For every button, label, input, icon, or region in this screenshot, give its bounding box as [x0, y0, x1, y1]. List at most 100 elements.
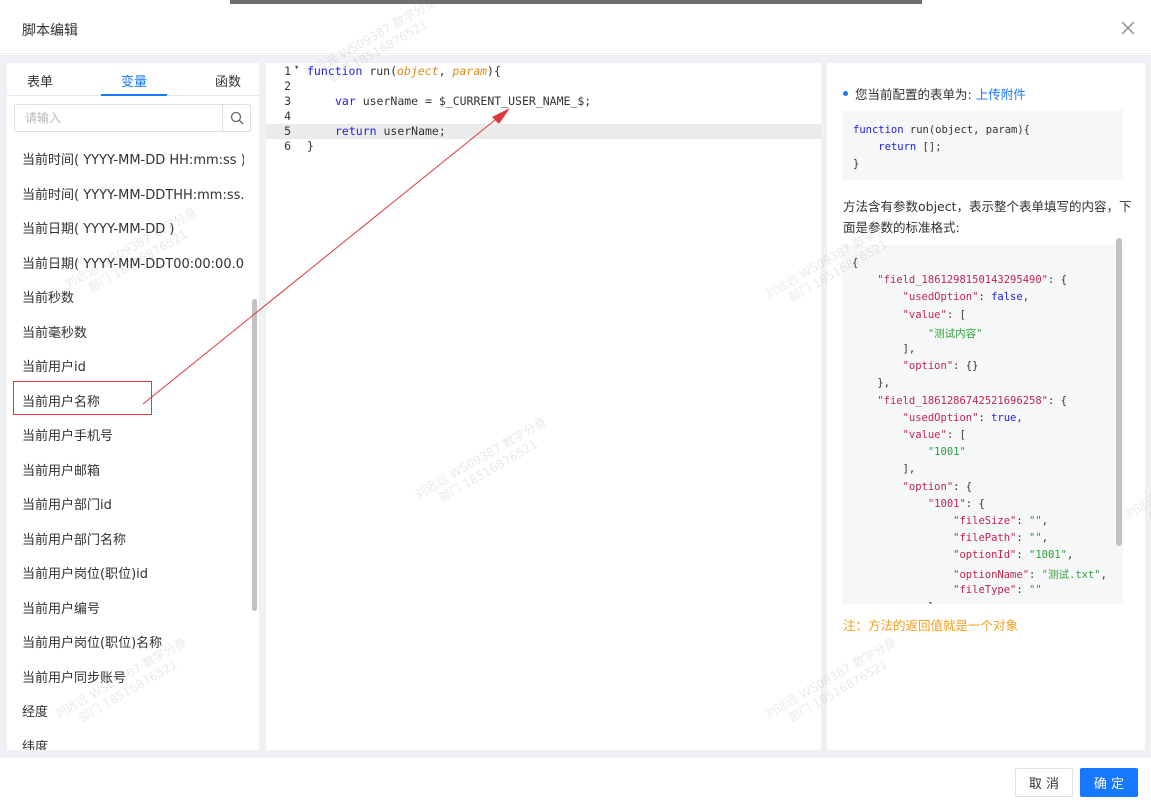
json-line: "field_1861286742521696258": {: [877, 394, 1067, 407]
variable-item[interactable]: 当前日期( YYYY-MM-DD ): [22, 218, 244, 238]
code-text: return userName;: [335, 124, 446, 138]
json-key: "value": [902, 308, 947, 321]
variable-item[interactable]: 当前用户编号: [22, 598, 244, 618]
json-line: "fileSize": "",: [953, 515, 1049, 527]
json-string: "1001": [1029, 549, 1067, 562]
variable-item[interactable]: 当前毫秒数: [22, 322, 244, 342]
code-line: 6}: [266, 139, 821, 154]
variable-item[interactable]: 当前用户邮箱: [22, 460, 244, 480]
json-line: "1001": [852, 446, 966, 463]
json-key: "field_1861286742521696258": [877, 394, 1048, 407]
code-keyword: function: [853, 124, 904, 136]
dialog-footer: 取 消 确 定: [0, 758, 1151, 804]
json-key: "optionName": [953, 568, 1030, 581]
variable-item[interactable]: 纬度: [22, 736, 244, 751]
variable-item[interactable]: 当前用户岗位(职位)id: [22, 563, 244, 583]
json-line: "optionId": "1001",: [953, 549, 1074, 562]
variable-item[interactable]: 当前用户id: [22, 356, 244, 376]
code-keyword: return: [878, 141, 917, 153]
code-param: param: [452, 64, 488, 78]
json-key: "filePath": [953, 532, 1017, 545]
variable-item[interactable]: 当前用户手机号: [22, 425, 244, 445]
json-key: "fileSize": [953, 515, 1017, 527]
config-form-line: 您当前配置的表单为: 上传附件: [843, 84, 1026, 103]
json-line: ],: [902, 343, 916, 355]
line-number: 2: [284, 79, 291, 93]
help-panel: 您当前配置的表单为: 上传附件 function run(object, par…: [827, 63, 1145, 750]
line-number: 3: [284, 94, 291, 108]
dialog-body: 表单 变量 函数 当前时间( YYYY-MM-DD HH:mm:ss ) 当前时间…: [0, 55, 1151, 758]
code-text: function run(object, param){: [307, 64, 501, 78]
left-scrollbar[interactable]: [252, 299, 257, 611]
variable-item[interactable]: 当前时间( YYYY-MM-DD HH:mm:ss ): [22, 149, 244, 169]
json-sample-block: { "field_1861298150143295490": { "usedOp…: [842, 245, 1123, 604]
code-line: 3 var userName = $_CURRENT_USER_NAME_$;: [266, 94, 821, 109]
json-key: "option": [902, 480, 954, 493]
json-line: "optionName": "测试.txt",: [953, 568, 1107, 581]
code-param: object: [397, 64, 439, 78]
dialog-title: 脚本编辑: [22, 23, 78, 39]
json-string: "": [1029, 532, 1042, 545]
json-string: "": [1029, 583, 1042, 596]
code-text: var userName = $_CURRENT_USER_NAME_$;: [335, 94, 592, 108]
json-string: "测试.txt": [1041, 568, 1101, 581]
json-line: "测试内容": [852, 326, 983, 343]
close-icon[interactable]: [1118, 18, 1138, 38]
json-boolean: true: [991, 411, 1017, 424]
variable-item[interactable]: 当前用户同步账号: [22, 667, 244, 687]
sample-code-block: function run(object, param){ return [];}: [842, 110, 1123, 180]
code-text: }: [307, 139, 314, 153]
json-key: "1001": [927, 497, 966, 510]
json-key: "option": [902, 360, 954, 373]
json-line: "value": [: [902, 308, 966, 321]
json-line: "field_1861298150143295490": {: [877, 274, 1067, 287]
json-string: "1001": [927, 446, 966, 459]
highlight-box: [13, 381, 152, 415]
confirm-button[interactable]: 确 定: [1080, 768, 1138, 797]
json-line: "option": {}: [902, 360, 979, 373]
line-number: 6: [284, 139, 291, 153]
sample-code-line: return [];: [878, 141, 942, 153]
variable-item[interactable]: 当前用户部门名称: [22, 529, 244, 549]
variable-item[interactable]: 当前秒数: [22, 287, 244, 307]
json-line: "usedOption": true,: [902, 411, 1023, 424]
variable-item[interactable]: 当前时间( YYYY-MM-DDTHH:mm:ss.SSS ): [22, 184, 244, 204]
config-label: 您当前配置的表单为:: [855, 87, 972, 102]
tab-bar: 表单 变量 函数: [7, 63, 259, 96]
variable-item[interactable]: 当前日期( YYYY-MM-DDT00:00:00.000 ): [22, 253, 244, 273]
search-box: [14, 104, 251, 132]
json-string: "": [1029, 515, 1042, 527]
tab-functions[interactable]: 函数: [215, 71, 241, 90]
json-line: },: [877, 377, 890, 390]
variable-item[interactable]: 经度: [22, 701, 244, 721]
json-key: "field_1861298150143295490": [877, 274, 1048, 287]
cancel-button[interactable]: 取 消: [1015, 768, 1073, 797]
line-number: 1: [284, 64, 291, 78]
json-line: "usedOption": false,: [902, 291, 1030, 304]
code-keyword: function: [307, 64, 363, 78]
help-scrollbar[interactable]: [1116, 238, 1122, 546]
tab-variables[interactable]: 变量: [121, 71, 147, 90]
json-line: "value": [: [902, 429, 966, 441]
search-input[interactable]: [15, 105, 222, 131]
dialog-header: 脚本编辑: [0, 4, 1151, 54]
variable-item[interactable]: 当前用户部门id: [22, 494, 244, 514]
code-keyword: var: [335, 94, 356, 108]
json-key: "fileType": [953, 583, 1017, 596]
code-keyword: return: [335, 124, 377, 138]
json-line: "1001": {: [927, 497, 985, 510]
tab-form[interactable]: 表单: [27, 71, 53, 90]
json-key: "usedOption": [902, 411, 979, 424]
bullet-dot: [843, 91, 848, 96]
fold-icon[interactable]: ▾: [294, 63, 299, 73]
sample-code-line: function run(object, param){: [853, 124, 1031, 136]
code-editor[interactable]: 1 ▾ function run(object, param){ 2 3 var user…: [266, 63, 821, 750]
code-line: 2: [266, 79, 821, 94]
config-form-link[interactable]: 上传附件: [976, 87, 1026, 102]
search-button[interactable]: [222, 105, 251, 131]
json-line: ],: [902, 463, 916, 476]
json-line: {: [852, 257, 859, 269]
json-line: }: [852, 601, 934, 604]
variable-item[interactable]: 当前用户岗位(职位)名称: [22, 632, 244, 652]
help-description: 方法含有参数object，表示整个表单填写的内容，下面是参数的标准格式:: [843, 199, 1132, 235]
